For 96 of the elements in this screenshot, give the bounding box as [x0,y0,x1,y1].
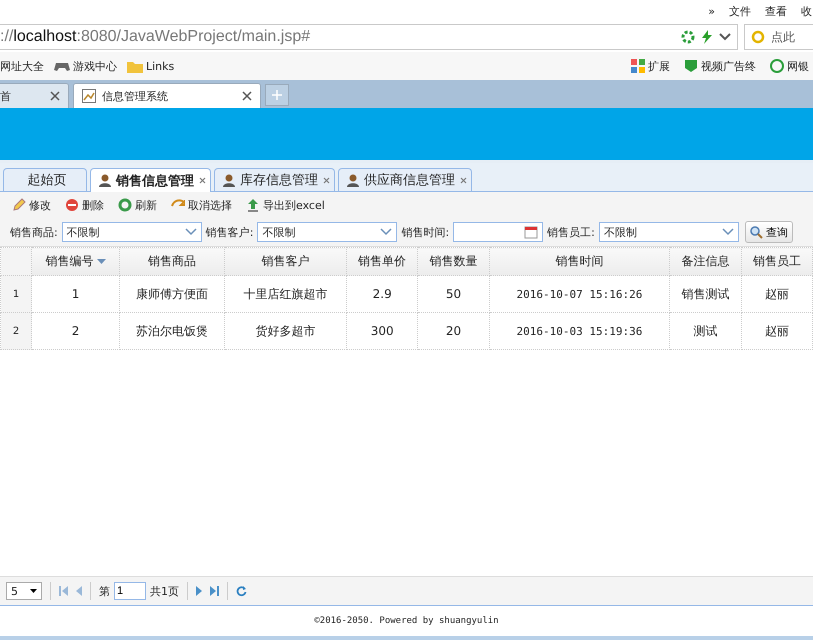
column-header[interactable]: 销售员工 [741,248,812,276]
grid-icon [631,59,645,73]
column-header[interactable]: 销售客户 [224,248,346,276]
page-tab[interactable]: 起始页 [3,168,87,191]
table-cell: 销售测试 [670,276,742,312]
table-cell: 1 [32,276,120,312]
column-header[interactable]: 销售商品 [120,248,225,276]
table-cell: 2016-10-03 15:19:36 [489,312,670,350]
table-cell: 货好多超市 [224,312,346,350]
browser-tab[interactable]: 信息管理系统 [73,83,261,108]
extension-button[interactable]: 网银 [770,58,809,74]
up-arrow-icon [246,198,260,212]
column-header[interactable]: 备注信息 [670,248,742,276]
page-tab[interactable]: 库存信息管理 [214,168,335,191]
toolbar-button[interactable]: 删除 [59,196,110,214]
search-field[interactable]: 点此 [744,24,813,50]
field-label: 销售时间: [401,224,450,240]
table-cell: 300 [346,312,418,350]
chevron-down-icon [380,228,392,236]
toolbar-button[interactable]: 导出到excel [240,196,331,214]
plus-icon [272,90,282,100]
calendar-icon [524,225,538,239]
column-header[interactable]: 销售时间 [489,248,670,276]
lightning-icon[interactable] [701,30,713,44]
person-icon [223,174,235,186]
close-icon[interactable] [242,91,252,101]
loading-icon [681,30,695,44]
extension-button[interactable]: 视频广告终 [684,58,756,74]
page-tab[interactable]: 销售信息管理 [90,168,211,192]
circle-icon [770,59,784,73]
person-icon [347,174,359,186]
row-number: 1 [0,276,32,312]
bookmark-link[interactable]: 游戏中心 [54,58,117,74]
folder-icon [127,60,143,72]
next-page-icon[interactable] [196,586,202,596]
dropdown-field[interactable]: 不限制 [257,222,398,242]
table-cell: 2 [32,312,120,350]
close-icon[interactable] [323,176,330,184]
column-header[interactable]: 销售单价 [346,248,418,276]
refresh-icon [118,198,132,212]
page-count: 共1页 [150,584,179,598]
row-number: 2 [0,312,32,350]
table-cell: 苏泊尔电饭煲 [120,312,225,350]
bookmark-link[interactable]: 网址大全 [0,58,44,74]
page-tab[interactable]: 供应商信息管理 [338,168,472,191]
page-size-select[interactable]: 5 [6,582,42,600]
search-icon [750,226,763,238]
column-header[interactable]: 销售数量 [418,248,490,276]
toolbar-button[interactable]: 取消选择 [165,196,238,214]
page-input[interactable]: 1 [114,582,146,600]
browser-tab[interactable]: 首 [0,83,69,108]
menu-item[interactable]: 收 [801,4,812,18]
toolbar-button[interactable]: 修改 [6,196,57,214]
table-cell: 康师傅方便面 [120,276,225,312]
table-cell: 十里店红旗超市 [224,276,346,312]
field-label: 销售员工: [547,224,595,240]
table-cell: 赵丽 [741,312,812,350]
table-cell: 2.9 [346,276,418,312]
date-field[interactable] [453,222,544,242]
search-button[interactable]: 查询 [744,221,793,243]
person-icon [99,174,111,187]
table-cell: 赵丽 [741,276,812,312]
page-icon [82,89,96,103]
close-icon[interactable] [50,91,60,101]
chevron-down-icon [722,228,734,236]
search-engine-icon [751,30,767,44]
table-cell: 2016-10-07 15:16:26 [489,276,670,312]
field-label: 销售客户: [206,224,254,240]
dropdown-field[interactable]: 不限制 [598,222,739,242]
page-label: 第 [99,584,110,598]
chevron-down-icon[interactable] [719,32,731,42]
shield-icon [684,59,698,73]
gamepad-icon [54,60,70,72]
column-header[interactable]: 销售编号 [32,248,120,276]
menu-item[interactable]: 查看 [765,4,787,18]
table-cell: 50 [418,276,490,312]
last-page-icon[interactable] [210,586,219,596]
reload-icon[interactable] [236,586,247,596]
pencil-icon [12,198,26,212]
minus-circle-icon [65,198,79,212]
extension-button[interactable]: 扩展 [631,58,670,74]
new-tab-button[interactable] [265,84,289,106]
toolbar-button[interactable]: 刷新 [112,196,163,214]
close-icon[interactable] [460,176,467,184]
field-label: 销售商品: [10,224,58,240]
dropdown-arrow-icon [30,589,37,593]
chevron-down-icon [184,228,197,236]
table-cell: 20 [418,312,490,350]
address-field[interactable]: ://localhost:8080/JavaWebProject/main.jsp# [0,24,738,50]
menu-item[interactable]: 文件 [729,4,751,18]
bookmark-link[interactable]: Links [127,60,174,72]
menu-item[interactable]: » [708,4,715,18]
dropdown-field[interactable]: 不限制 [62,222,202,242]
footer-text: ©2016-2050. Powered by shuangyulin [0,606,813,640]
close-icon[interactable] [199,177,206,184]
table-cell: 测试 [670,312,742,350]
